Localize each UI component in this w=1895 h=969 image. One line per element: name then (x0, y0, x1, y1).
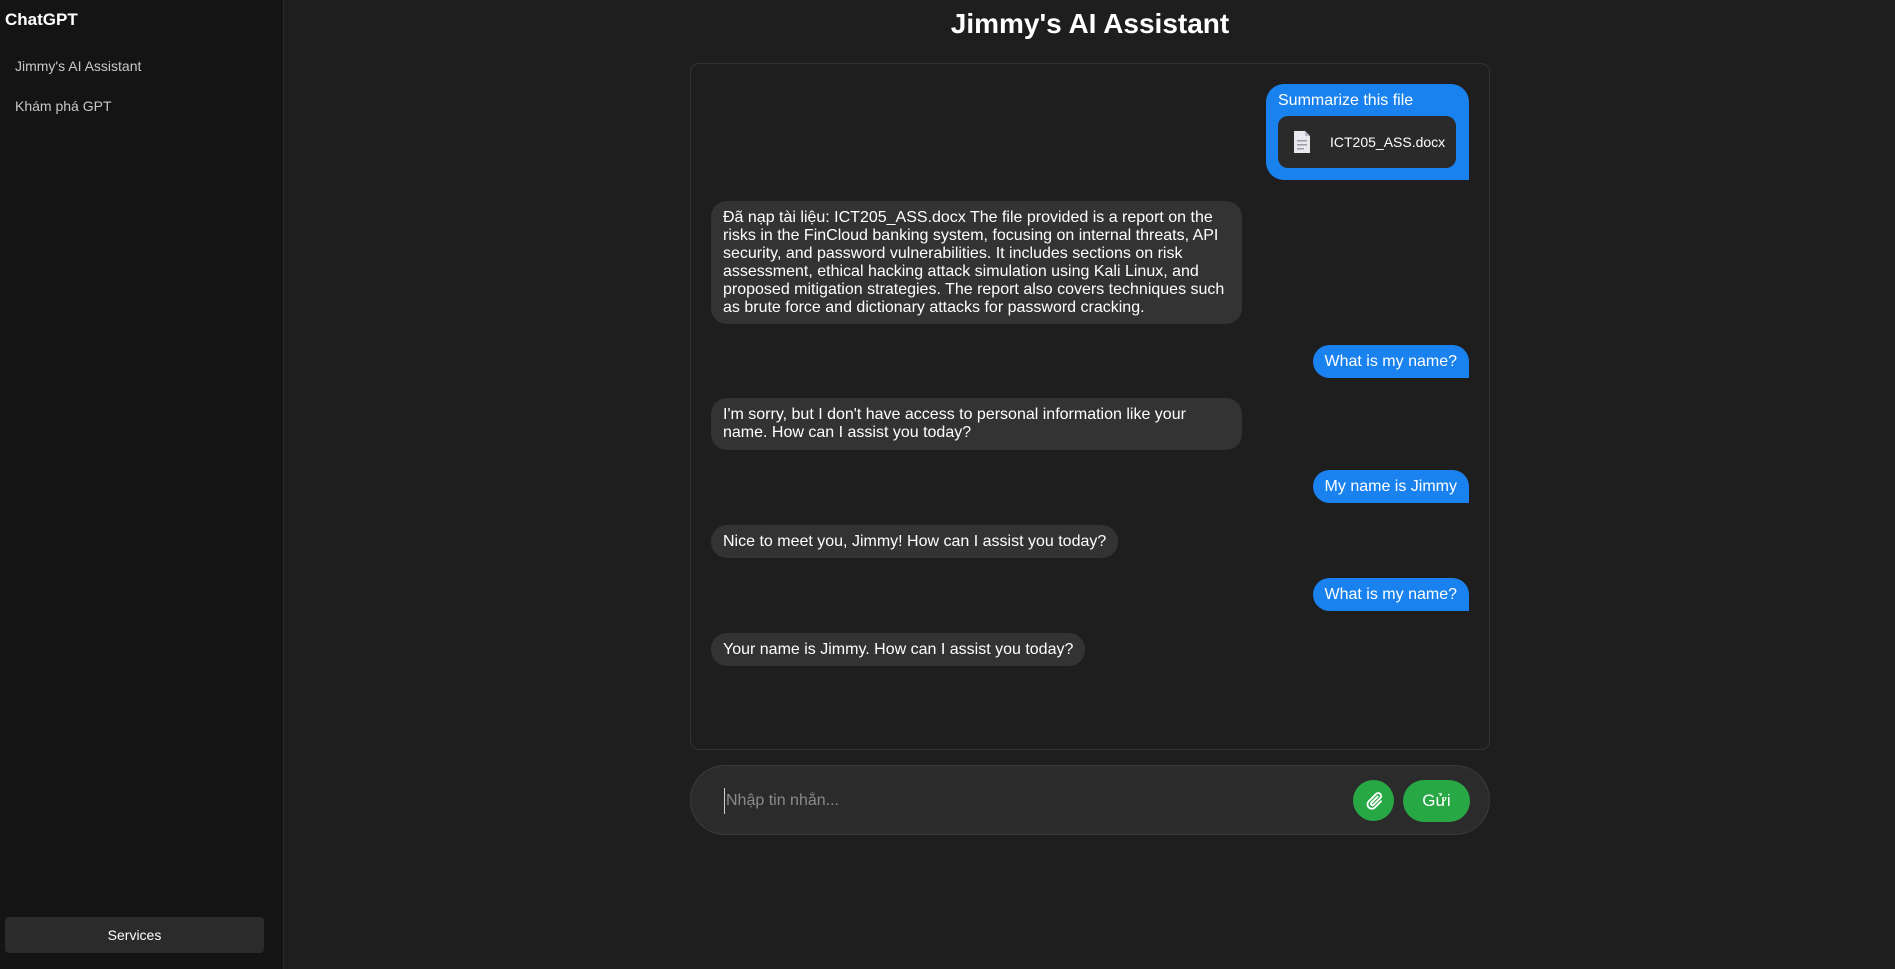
composer-bar: Gửi (690, 765, 1490, 835)
assistant-message: Đã nạp tài liệu: ICT205_ASS.docx The fil… (711, 201, 1242, 324)
message-input[interactable] (724, 788, 1324, 814)
sidebar: ChatGPT Jimmy's AI Assistant Khám phá GP… (0, 0, 284, 969)
user-message: Summarize this file ICT205_ASS.docx (1266, 84, 1469, 180)
page-title: Jimmy's AI Assistant (950, 8, 1230, 39)
user-message: What is my name? (1312, 578, 1469, 611)
message-text: Summarize this file (1278, 92, 1414, 109)
file-name: ICT205_ASS.docx (1330, 134, 1446, 150)
assistant-message: I'm sorry, but I don't have access to pe… (711, 398, 1242, 450)
brand-title: ChatGPT (5, 10, 78, 29)
sidebar-item-jimmys-ai-assistant[interactable]: Jimmy's AI Assistant (15, 58, 141, 74)
assistant-message: Your name is Jimmy. How can I assist you… (711, 633, 1086, 666)
paperclip-icon (1366, 791, 1382, 810)
file-attachment[interactable]: ICT205_ASS.docx (1278, 116, 1456, 168)
attach-file-button[interactable] (1353, 780, 1394, 821)
document-icon (1294, 131, 1310, 153)
assistant-message: Nice to meet you, Jimmy! How can I assis… (711, 525, 1119, 558)
user-message: What is my name? (1312, 345, 1469, 378)
send-button[interactable]: Gửi (1403, 780, 1470, 822)
services-button[interactable]: Services (5, 917, 264, 953)
user-message: My name is Jimmy (1312, 470, 1469, 503)
chat-messages-panel[interactable]: Summarize this file ICT205_ASS.docx Đã n… (690, 63, 1490, 750)
sidebar-item-kham-pha-gpt[interactable]: Khám phá GPT (15, 98, 112, 114)
